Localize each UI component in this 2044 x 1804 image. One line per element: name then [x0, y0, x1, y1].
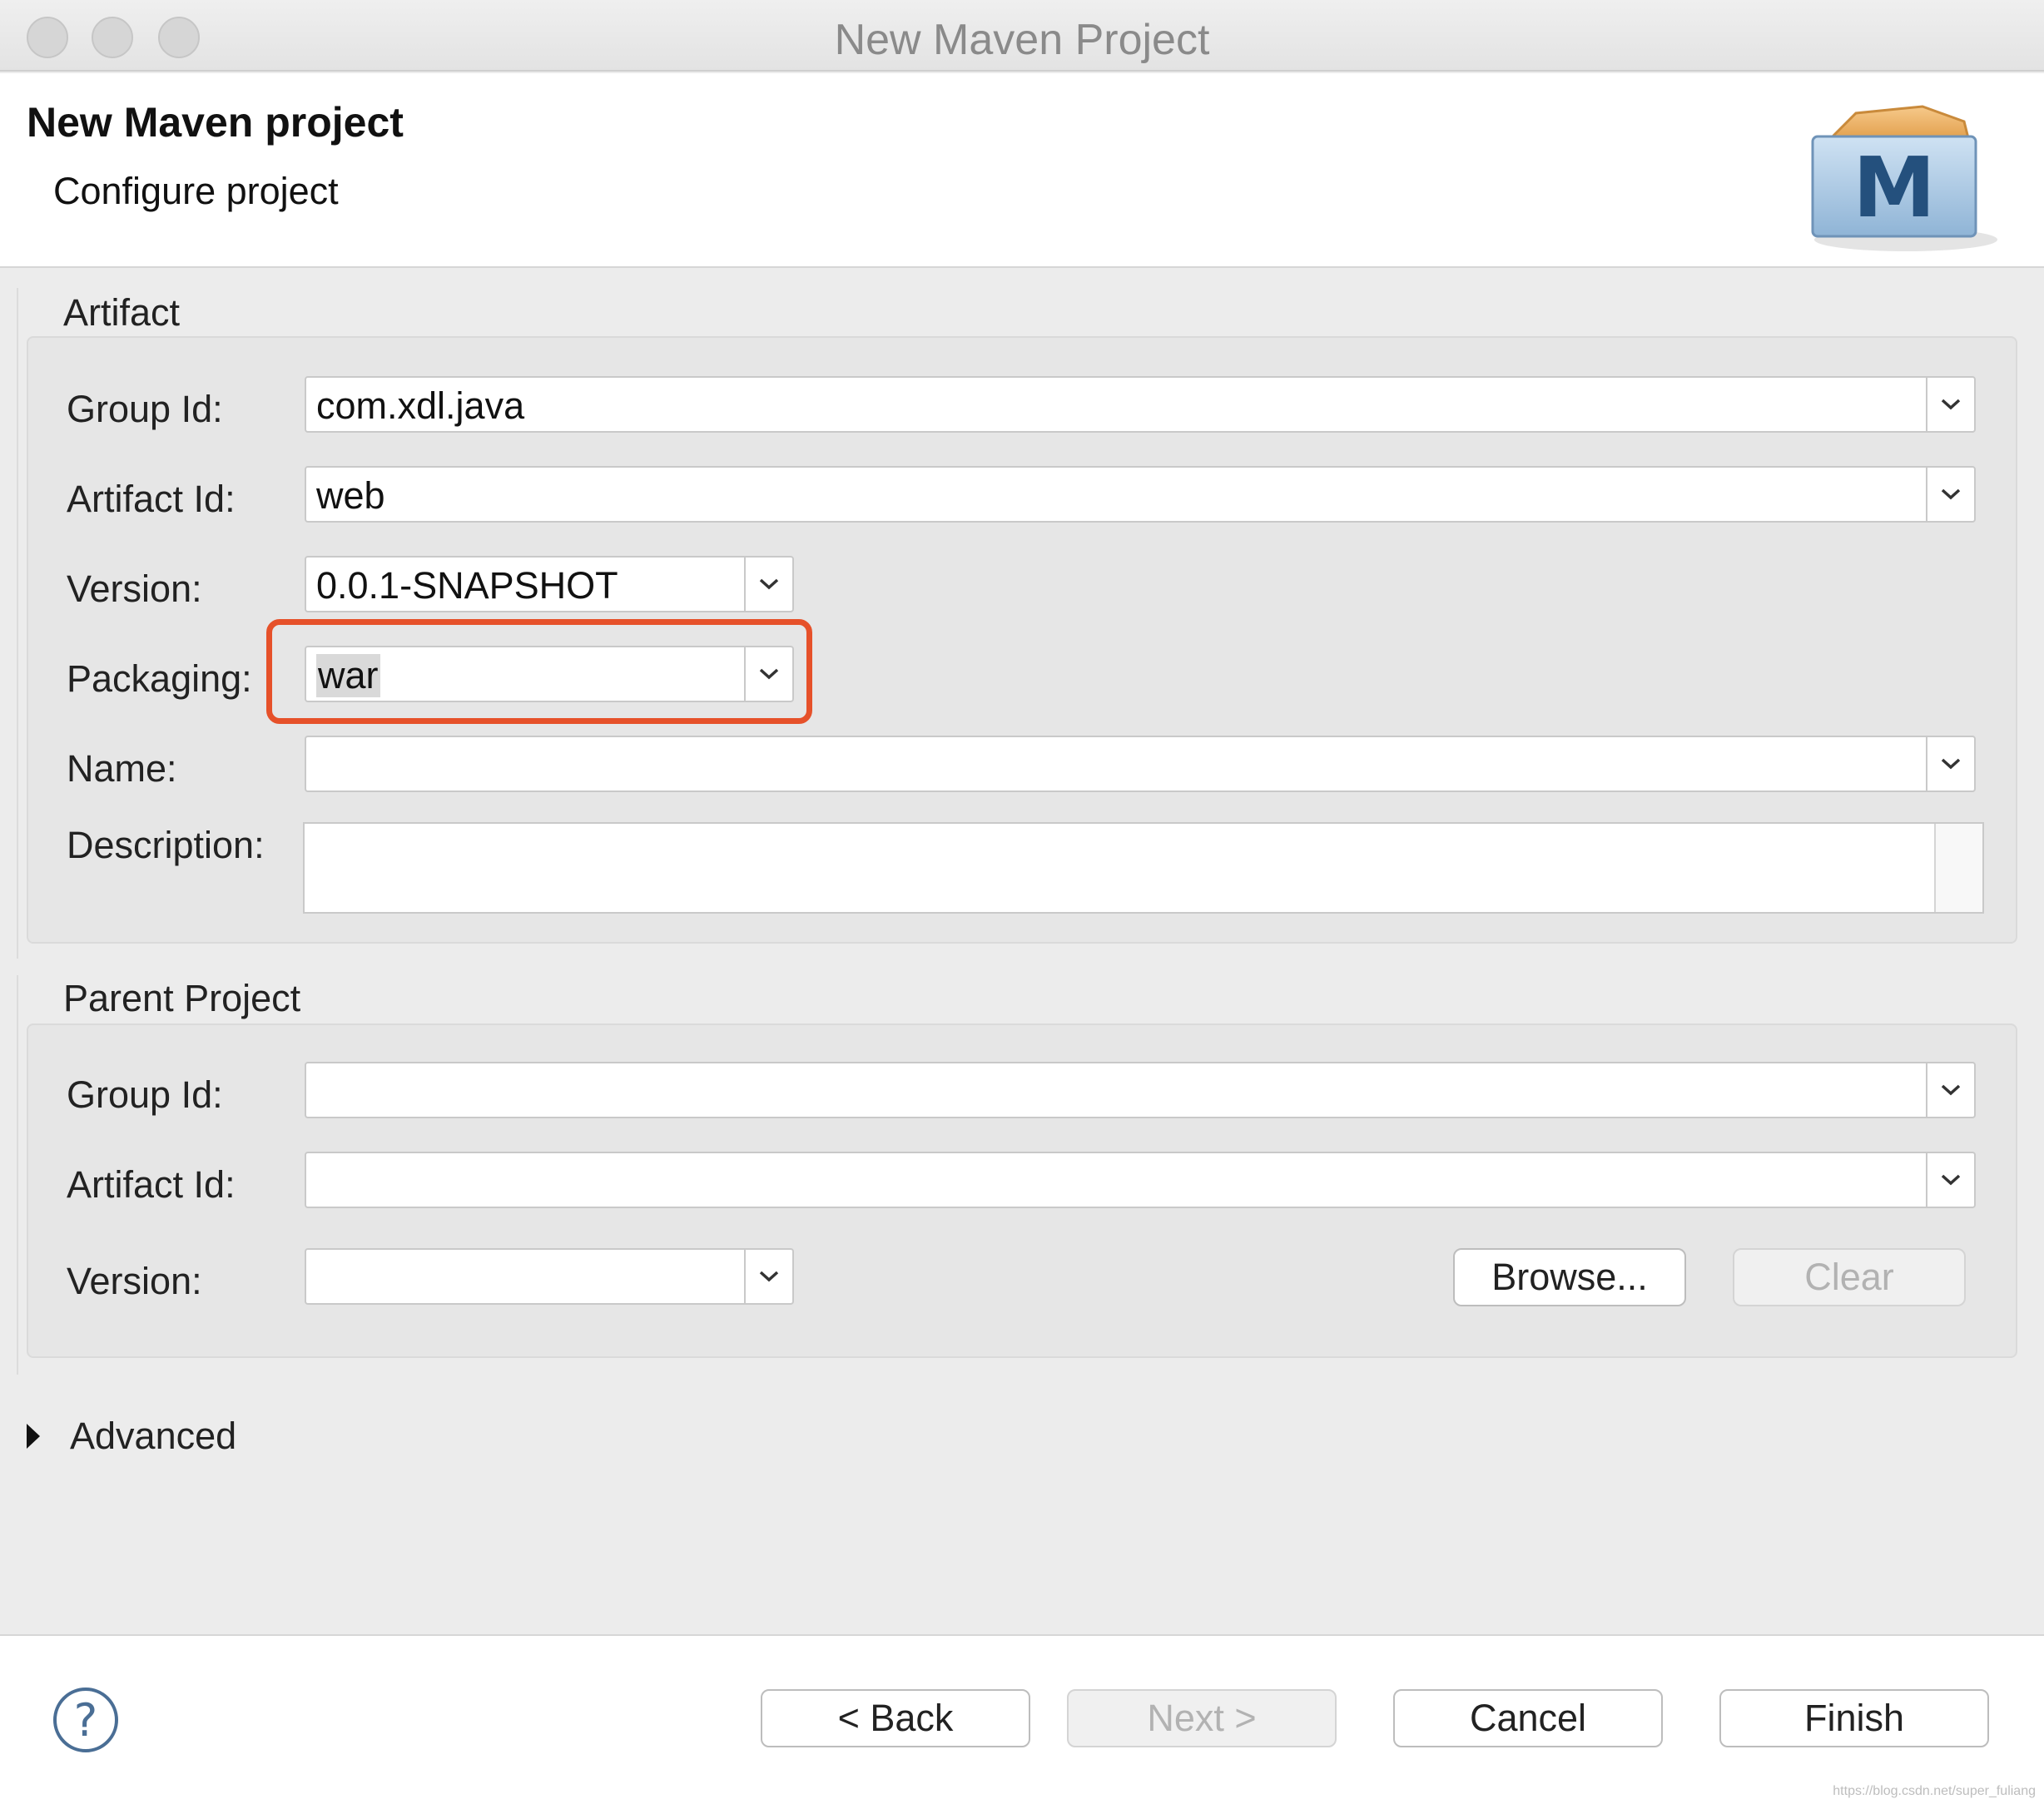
window-titlebar: New Maven Project: [0, 0, 2044, 72]
wizard-subtitle: Configure project: [53, 170, 339, 212]
window-title: New Maven Project: [834, 16, 1210, 64]
description-scrollbar[interactable]: [1934, 824, 1982, 912]
chevron-down-icon[interactable]: [1926, 737, 1974, 790]
parent-artifact-id-label: Artifact Id:: [67, 1163, 236, 1206]
parent-group-id-combo[interactable]: [305, 1062, 1976, 1118]
chevron-down-icon[interactable]: [1926, 468, 1974, 521]
help-icon[interactable]: ?: [52, 1686, 120, 1754]
packaging-label: Packaging:: [67, 657, 252, 700]
chevron-down-icon[interactable]: [1926, 1063, 1974, 1117]
version-combo[interactable]: 0.0.1-SNAPSHOT: [305, 556, 794, 612]
parent-group-id-label: Group Id:: [67, 1073, 223, 1116]
next-button[interactable]: Next >: [1067, 1689, 1337, 1747]
parent-version-label: Version:: [67, 1260, 202, 1302]
watermark-text: https://blog.csdn.net/super_fuliang: [1833, 1784, 2036, 1798]
advanced-section-toggle[interactable]: Advanced: [25, 1411, 236, 1461]
chevron-down-icon[interactable]: [1926, 378, 1974, 431]
artifact-id-value: web: [316, 474, 385, 517]
version-label: Version:: [67, 567, 202, 610]
description-textarea[interactable]: [303, 822, 1984, 914]
parent-artifact-id-combo[interactable]: [305, 1152, 1976, 1208]
cancel-button[interactable]: Cancel: [1393, 1689, 1663, 1747]
packaging-highlight-annotation: [266, 619, 812, 724]
finish-button[interactable]: Finish: [1719, 1689, 1989, 1747]
artifact-id-label: Artifact Id:: [67, 478, 236, 520]
group-id-value: com.xdl.java: [316, 384, 525, 427]
group-id-combo[interactable]: com.xdl.java: [305, 376, 1976, 433]
clear-button[interactable]: Clear: [1733, 1248, 1966, 1306]
wizard-header: New Maven project Configure project M: [0, 73, 2044, 268]
help-glyph: ?: [74, 1694, 98, 1747]
wizard-footer: ? < Back Next > Cancel Finish https://bl…: [0, 1634, 2044, 1804]
parent-version-combo[interactable]: [305, 1248, 794, 1305]
maven-logo-icon: M: [1811, 105, 1997, 251]
chevron-down-icon[interactable]: [744, 558, 792, 611]
chevron-down-icon[interactable]: [744, 1250, 792, 1303]
chevron-down-icon[interactable]: [1926, 1153, 1974, 1207]
artifact-id-combo[interactable]: web: [305, 466, 1976, 523]
back-button[interactable]: < Back: [761, 1689, 1030, 1747]
version-value: 0.0.1-SNAPSHOT: [316, 564, 618, 607]
logo-letter: M: [1853, 139, 1936, 236]
browse-button[interactable]: Browse...: [1453, 1248, 1686, 1306]
advanced-label: Advanced: [70, 1415, 237, 1457]
disclosure-triangle-icon[interactable]: [25, 1422, 42, 1450]
wizard-title: New Maven project: [27, 99, 404, 146]
description-label: Description:: [67, 824, 265, 866]
parent-group-label: Parent Project: [63, 977, 301, 1019]
group-id-label: Group Id:: [67, 388, 223, 430]
name-label: Name:: [67, 747, 177, 790]
artifact-group-label: Artifact: [63, 291, 181, 334]
name-combo[interactable]: [305, 736, 1976, 792]
